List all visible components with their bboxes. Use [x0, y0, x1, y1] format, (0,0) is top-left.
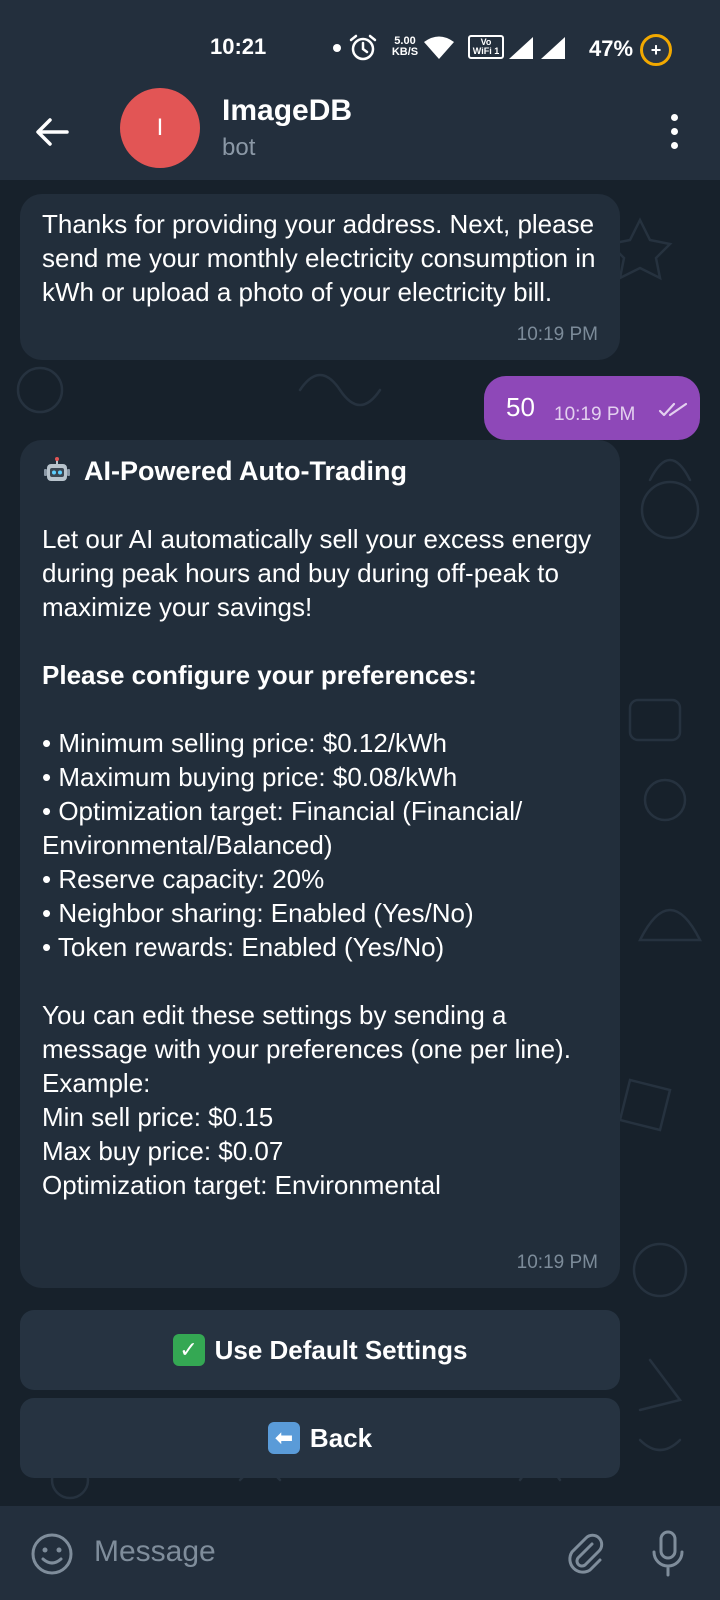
net-speed: 5.00 KB/S	[391, 35, 419, 58]
message-time: 10:19 PM	[516, 1252, 598, 1273]
use-default-settings-button[interactable]: ✓ Use Default Settings	[20, 1310, 620, 1390]
left-arrow-emoji-icon: ⬅	[267, 1422, 300, 1454]
wifi-icon	[424, 36, 454, 59]
microphone-icon[interactable]	[644, 1528, 692, 1580]
example-line: Min sell price: $0.15	[42, 1102, 274, 1132]
chat-area[interactable]: Thanks for providing your address. Next,…	[0, 180, 720, 1506]
vowifi-icon: Vo WiFi 1	[468, 35, 504, 59]
message-input-bar	[0, 1506, 720, 1600]
message-time: 10:19 PM	[516, 324, 598, 345]
chat-title[interactable]: ImageDB	[222, 94, 352, 128]
list-item: • Minimum selling price: $0.12/kWh	[42, 728, 448, 758]
kebab-menu-icon[interactable]	[660, 106, 688, 156]
example-line: Max buy price: $0.07	[42, 1136, 284, 1166]
message-bubble-outgoing[interactable]: 50 10:19 PM	[484, 376, 700, 440]
list-item: • Maximum buying price: $0.08/kWh	[42, 762, 458, 792]
edit-note: You can edit these settings by sending a…	[42, 1000, 571, 1064]
back-button[interactable]	[28, 108, 76, 156]
chat-subtitle: bot	[222, 134, 256, 161]
paperclip-icon[interactable]	[562, 1530, 610, 1578]
back-inline-button[interactable]: ⬅ Back	[20, 1398, 620, 1478]
avatar[interactable]: I	[120, 88, 200, 168]
example-line: Example:	[42, 1068, 151, 1098]
battery-saver-icon: +	[640, 34, 672, 66]
notification-dot-icon	[333, 44, 341, 52]
status-bar: 10:21 5.00 KB/S Vo WiFi 1 47% +	[0, 0, 720, 88]
message-heading-text: AI-Powered Auto-Trading	[84, 456, 407, 486]
status-time: 10:21	[210, 34, 267, 59]
smiley-icon[interactable]	[28, 1530, 76, 1578]
use-default-settings-label: Use Default Settings	[214, 1334, 468, 1365]
chat-header: I ImageDB bot	[0, 88, 720, 180]
message-text: 50	[506, 392, 535, 422]
double-check-icon	[658, 402, 688, 417]
back-inline-label: Back	[309, 1422, 373, 1453]
example-line: Optimization target: Environmental	[42, 1170, 441, 1200]
preferences-list: • Minimum selling price: $0.12/kWh • Max…	[42, 726, 598, 964]
list-item: • Reserve capacity: 20%	[42, 864, 325, 894]
message-input[interactable]	[94, 1530, 524, 1574]
message-intro: Let our AI automatically sell your exces…	[42, 524, 592, 622]
signal-icon	[541, 37, 565, 59]
configure-heading: Please configure your preferences:	[42, 660, 477, 690]
message-bubble-incoming[interactable]: AI-Powered Auto-Trading Let our AI autom…	[20, 440, 620, 1288]
signal-icon	[509, 37, 533, 59]
alarm-icon	[349, 34, 377, 61]
message-text: Thanks for providing your address. Next,…	[42, 209, 596, 307]
robot-icon	[44, 457, 70, 481]
arrow-left-icon	[36, 118, 69, 146]
message-bubble-incoming[interactable]: Thanks for providing your address. Next,…	[20, 194, 620, 360]
list-item: • Token rewards: Enabled (Yes/No)	[42, 932, 445, 962]
check-mark-icon: ✓	[172, 1334, 205, 1366]
battery-percent: 47%	[589, 36, 634, 61]
message-time: 10:19 PM	[554, 404, 636, 425]
list-item: • Optimization target: Financial (Financ…	[42, 796, 523, 860]
list-item: • Neighbor sharing: Enabled (Yes/No)	[42, 898, 474, 928]
message-heading: AI-Powered Auto-Trading	[42, 454, 598, 488]
